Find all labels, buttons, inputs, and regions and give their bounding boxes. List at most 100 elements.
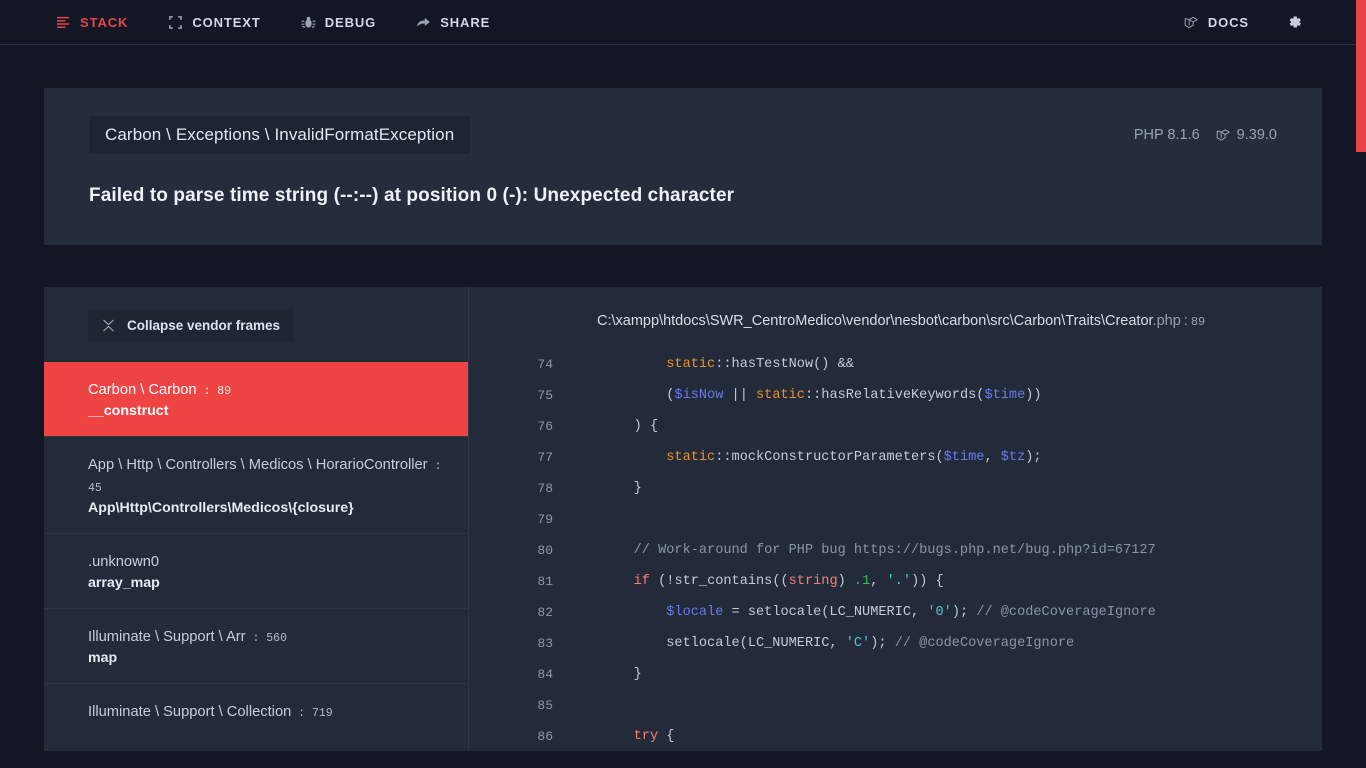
page-scrollbar-thumb[interactable] [1356,0,1366,152]
code-token: ) { [601,419,659,434]
nav-left-group: STACK CONTEXT DEBUG SHARE [36,0,510,45]
code-token: ::hasRelativeKeywords( [804,388,985,403]
code-line-number: 76 [537,419,553,434]
code-token: static [666,357,716,372]
nav-tab-share-label: SHARE [440,14,491,30]
laravel-icon [1216,128,1231,142]
code-token: )) [1025,388,1042,403]
code-token: ); [870,636,895,651]
source-file-path: C:\xampp\htdocs\SWR_CentroMedico\vendor\… [469,287,1322,349]
code-token: ::hasTestNow() && [715,357,854,372]
code-token: $tz [1000,450,1026,465]
page-content: Carbon \ Exceptions \ InvalidFormatExcep… [0,88,1366,751]
code-line: 82 $locale = setlocale(LC_NUMERIC, '0');… [469,597,1322,628]
code-line: 78 } [469,473,1322,504]
code-token: .1 [853,574,871,589]
code-line-content: setlocale(LC_NUMERIC, 'C'); // @codeCove… [601,636,1074,651]
code-line-number: 79 [537,512,553,527]
top-navigation-bar: STACK CONTEXT DEBUG SHARE DOCS [0,0,1366,45]
code-token: ( [601,388,675,403]
stack-frame-line-number: : 560 [245,632,287,646]
collapse-vendor-frames-label: Collapse vendor frames [127,318,281,333]
code-token: = setlocale(LC_NUMERIC, [723,605,928,620]
code-token: $locale [666,605,724,620]
code-token: , [984,450,1001,465]
source-code-lines: 74 static::hasTestNow() && 75 ($isNow || … [469,349,1322,751]
stack-frame-line-number: : 89 [196,385,232,398]
stack-frame-method: App\Http\Controllers\Medicos\{closure} [88,500,354,517]
nav-tab-share[interactable]: SHARE [396,0,510,45]
code-line-content: $locale = setlocale(LC_NUMERIC, '0'); //… [601,605,1156,620]
nav-right-group: DOCS [1164,0,1320,45]
code-line-number: 85 [537,698,553,713]
stack-frame-method: array_map [88,575,160,592]
stack-frame-item[interactable]: Carbon \ Carbon : 89 __construct [44,362,468,437]
exception-message: Failed to parse time string (--:--) at p… [89,185,735,206]
code-line: 84 } [469,659,1322,690]
code-token: ); [1025,450,1042,465]
stack-frames-list: Collapse vendor frames Carbon \ Carbon :… [44,287,469,751]
stack-frame-class: Illuminate \ Support \ Arr : 560 [88,629,287,646]
code-line-number: 82 [537,605,553,620]
settings-button[interactable] [1269,0,1320,45]
code-line-number: 84 [537,667,553,682]
code-line: 85 [469,690,1322,721]
code-token: if [633,574,650,589]
code-line: 75 ($isNow || static::hasRelativeKeyword… [469,380,1322,411]
code-token: { [658,729,675,744]
stack-frame-class: Carbon \ Carbon : 89 [88,382,232,398]
code-token: 'C' [845,636,871,651]
code-token: // @codeCoverageIgnore [894,636,1075,651]
code-token: // Work-around for PHP bug https://bugs.… [601,543,1156,558]
code-line: 86 try { [469,721,1322,751]
source-code-panel: C:\xampp\htdocs\SWR_CentroMedico\vendor\… [469,287,1322,751]
code-line-number: 78 [537,481,553,496]
code-line-content: ) { [601,419,658,434]
code-line: 80 // Work-around for PHP bug https://bu… [469,535,1322,566]
frames-container: Carbon \ Carbon : 89 __construct App \ Htt… [44,362,468,740]
nav-tab-context-label: CONTEXT [192,14,261,30]
stack-frame-item[interactable]: .unknown0 array_map [44,533,468,608]
code-line-number: 75 [537,388,553,403]
stack-trace-section: Collapse vendor frames Carbon \ Carbon :… [44,287,1322,751]
code-line-content: try { [601,729,675,744]
nav-tab-context[interactable]: CONTEXT [148,0,280,45]
code-line-content: if (!str_contains((string) .1, '.')) { [601,574,944,589]
list-icon [56,15,71,30]
code-token: } [601,481,642,496]
collapse-vendor-frames-button[interactable]: Collapse vendor frames [88,309,295,342]
code-line-number: 77 [537,450,553,465]
nav-docs-link[interactable]: DOCS [1164,0,1269,45]
code-line: 74 static::hasTestNow() && [469,349,1322,380]
stack-frame-line-number: : 45 [88,460,442,496]
php-version: PHP 8.1.6 [1133,127,1200,143]
stack-frame-class: .unknown0 [88,554,160,571]
nav-docs-label: DOCS [1207,14,1249,30]
code-token: '0' [927,605,952,620]
exception-header-row: Carbon \ Exceptions \ InvalidFormatExcep… [89,116,1277,154]
stack-frame-item[interactable]: App \ Http \ Controllers \ Medicos \ Hor… [44,436,468,533]
source-file-ext: .php [1152,313,1181,329]
laravel-version-number: 9.39.0 [1236,127,1277,143]
code-line: 79 [469,504,1322,535]
source-file-line: 89 [1190,315,1206,329]
nav-tab-stack[interactable]: STACK [36,0,148,45]
stack-frame-item[interactable]: Illuminate \ Support \ Collection : 719 [44,683,468,740]
nav-tab-debug[interactable]: DEBUG [281,0,396,45]
code-token: setlocale(LC_NUMERIC, [601,636,846,651]
code-line: 77 static::mockConstructorParameters($ti… [469,442,1322,473]
source-file-dir: C:\xampp\htdocs\SWR_CentroMedico\vendor\… [597,313,1153,329]
stack-frame-item[interactable]: Illuminate \ Support \ Arr : 560 map [44,608,468,683]
code-line-number: 81 [537,574,553,589]
code-token: static [756,388,805,403]
code-token: // @codeCoverageIgnore [976,605,1156,620]
code-token: $time [984,388,1026,403]
nav-tab-debug-label: DEBUG [324,14,377,30]
path-colon-separator: : [1183,313,1188,329]
share-arrow-icon [416,15,431,30]
laravel-version-group: 9.39.0 [1216,127,1277,143]
code-line-content: // Work-around for PHP bug https://bugs.… [601,543,1156,558]
